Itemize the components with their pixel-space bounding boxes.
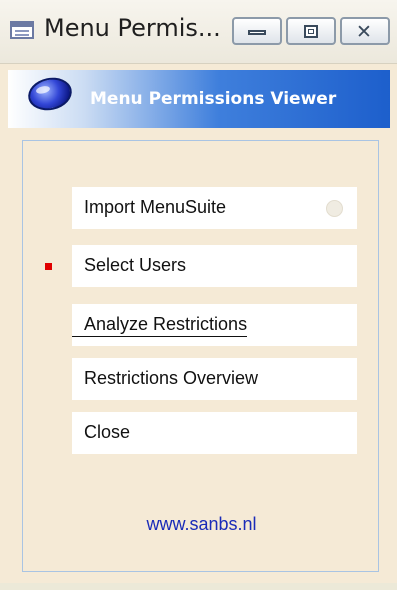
close-icon: ✕ — [356, 21, 372, 43]
title-bar[interactable]: Menu Permis... ✕ — [0, 0, 397, 64]
close-button[interactable]: Close — [72, 412, 357, 454]
menu-permissions-window: Menu Permis... ✕ Menu Permissions Viewer… — [0, 0, 397, 590]
maximize-icon — [304, 25, 318, 38]
window-bottom-edge — [0, 583, 397, 590]
minimize-button[interactable] — [232, 17, 282, 45]
import-menusuite-button[interactable]: Import MenuSuite — [72, 187, 357, 229]
form-icon — [10, 21, 34, 39]
globe-logo-icon — [25, 73, 75, 115]
select-users-label: Select Users — [84, 255, 187, 275]
website-link[interactable]: www.sanbs.nl — [23, 514, 380, 535]
analyze-restrictions-label: Analyze Restrictions — [72, 314, 248, 337]
banner-title: Menu Permissions Viewer — [90, 89, 337, 109]
restrictions-overview-label: Restrictions Overview — [84, 368, 259, 388]
select-users-button[interactable]: Select Users — [72, 245, 357, 287]
minimize-icon — [248, 30, 266, 35]
header-banner: Menu Permissions Viewer — [8, 70, 390, 128]
import-menusuite-label: Import MenuSuite — [84, 197, 227, 217]
analyze-restrictions-button[interactable]: Analyze Restrictions — [72, 304, 357, 346]
window-title: Menu Permis... — [44, 14, 221, 42]
close-window-button[interactable]: ✕ — [340, 17, 390, 45]
status-indicator-icon — [326, 200, 343, 217]
menu-panel: Import MenuSuite Select Users Analyze Re… — [22, 140, 379, 572]
maximize-button[interactable] — [286, 17, 336, 45]
restrictions-overview-button[interactable]: Restrictions Overview — [72, 358, 357, 400]
close-label: Close — [84, 422, 131, 442]
selected-marker-icon — [45, 263, 52, 270]
